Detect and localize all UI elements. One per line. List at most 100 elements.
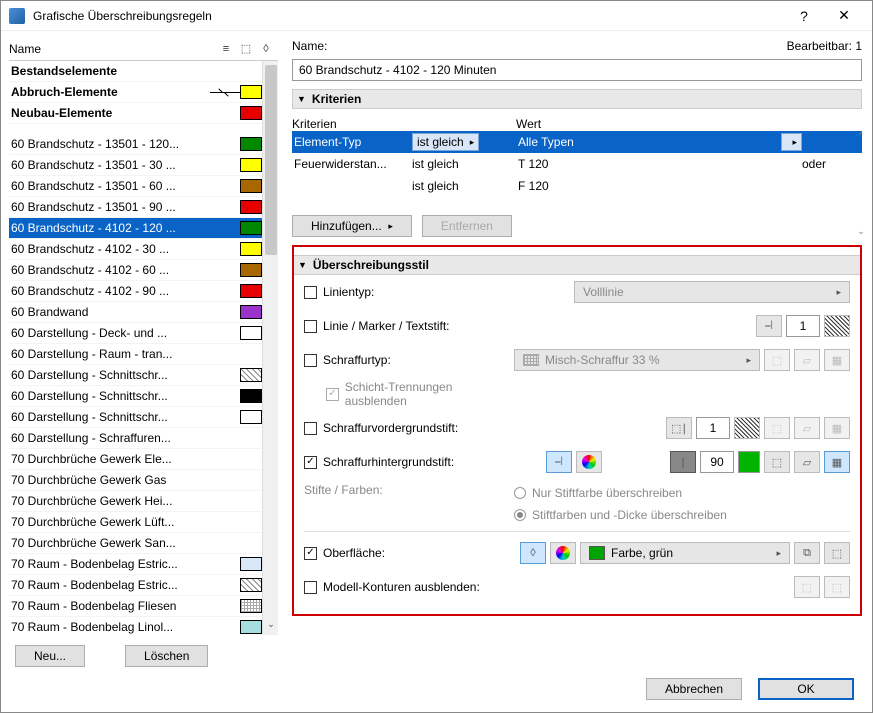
rule-list-item[interactable]: Bestandselemente bbox=[9, 61, 262, 82]
oberflaeche-dropdown[interactable]: Farbe, grün ▸ bbox=[580, 542, 790, 564]
rule-list-item[interactable]: 60 Darstellung - Deck- und ... bbox=[9, 323, 262, 344]
rule-list-item[interactable]: 60 Darstellung - Schnittschr... bbox=[9, 386, 262, 407]
linetype-checkbox[interactable] bbox=[304, 286, 317, 299]
rule-list-item[interactable]: 60 Brandschutz - 13501 - 120... bbox=[9, 134, 262, 155]
radio-stiftfarben-dicke bbox=[514, 509, 526, 521]
vordergrund-checkbox[interactable] bbox=[304, 422, 317, 435]
rule-list-item[interactable]: 70 Raum - Bodenbelag Fliesen bbox=[9, 596, 262, 617]
rule-label: 70 Raum - Bodenbelag Estric... bbox=[11, 557, 210, 571]
criteria-section-header[interactable]: ▼ Kriterien bbox=[292, 89, 862, 109]
rule-list-item[interactable]: 60 Brandschutz - 4102 - 120 ... bbox=[9, 218, 262, 239]
rule-label: 60 Darstellung - Deck- und ... bbox=[11, 326, 210, 340]
rule-label: 70 Durchbrüche Gewerk Hei... bbox=[11, 494, 210, 508]
rule-list-item[interactable]: 60 Darstellung - Schnittschr... bbox=[9, 365, 262, 386]
help-button[interactable]: ? bbox=[784, 2, 824, 30]
modell-opt-2: ⬚ bbox=[824, 576, 850, 598]
rule-label: 60 Brandschutz - 4102 - 120 ... bbox=[11, 221, 210, 235]
rule-label: 70 Durchbrüche Gewerk Ele... bbox=[11, 452, 210, 466]
pen-icon-button[interactable]: ⎯∣ bbox=[756, 315, 782, 337]
bg-color-chip[interactable] bbox=[738, 451, 760, 473]
remove-criteria-button[interactable]: Entfernen bbox=[422, 215, 512, 237]
criteria-row[interactable]: Feuerwiderstan...ist gleichT 120oder bbox=[292, 153, 862, 175]
modell-checkbox[interactable] bbox=[304, 581, 317, 594]
list-scrollbar[interactable]: ▲ ⌄ bbox=[262, 61, 278, 635]
hintergrund-num[interactable] bbox=[700, 451, 734, 473]
rule-name-input[interactable] bbox=[292, 59, 862, 81]
bg-opt-1[interactable]: ⬚ bbox=[764, 451, 790, 473]
rule-list-item[interactable]: 70 Durchbrüche Gewerk San... bbox=[9, 533, 262, 554]
criteria-scrollbar[interactable]: ⌃⌄ bbox=[854, 131, 868, 237]
rule-label: 70 Durchbrüche Gewerk Lüft... bbox=[11, 515, 210, 529]
rule-label: 60 Brandschutz - 4102 - 30 ... bbox=[11, 242, 210, 256]
linemarker-num[interactable] bbox=[786, 315, 820, 337]
surf-mode-2[interactable] bbox=[550, 542, 576, 564]
fill-opt-2: ▱ bbox=[794, 349, 820, 371]
rule-list-item[interactable]: 70 Raum - Bodenbelag Linol... bbox=[9, 617, 262, 635]
rule-list-item[interactable]: 70 Durchbrüche Gewerk Ele... bbox=[9, 449, 262, 470]
rule-list-item[interactable]: 60 Darstellung - Schnittschr... bbox=[9, 407, 262, 428]
rule-list-item[interactable]: 60 Brandschutz - 4102 - 30 ... bbox=[9, 239, 262, 260]
rule-label: Abbruch-Elemente bbox=[11, 85, 210, 99]
rule-list-item[interactable]: 70 Durchbrüche Gewerk Hei... bbox=[9, 491, 262, 512]
crit-head-kriterien: Kriterien bbox=[292, 117, 412, 131]
criteria-row[interactable]: ist gleichF 120 bbox=[292, 175, 862, 197]
rule-list-item[interactable]: 60 Brandschutz - 13501 - 60 ... bbox=[9, 176, 262, 197]
rule-list-item[interactable]: 70 Durchbrüche Gewerk Lüft... bbox=[9, 512, 262, 533]
bg-pen-mode-2[interactable] bbox=[576, 451, 602, 473]
rule-list-item[interactable]: 70 Raum - Bodenbelag Estric... bbox=[9, 575, 262, 596]
hintergrund-checkbox[interactable] bbox=[304, 456, 317, 469]
rule-list-item[interactable]: 60 Brandschutz - 4102 - 90 ... bbox=[9, 281, 262, 302]
schraffurtyp-dropdown[interactable]: Misch-Schraffur 33 % ▸ bbox=[514, 349, 760, 371]
rule-label: 70 Durchbrüche Gewerk Gas bbox=[11, 473, 210, 487]
linetype-dropdown[interactable]: Volllinie▸ bbox=[574, 281, 850, 303]
rule-list-item[interactable]: 60 Brandschutz - 13501 - 30 ... bbox=[9, 155, 262, 176]
rule-label: 60 Darstellung - Schnittschr... bbox=[11, 368, 210, 382]
hintergrund-label: Schraffurhintergrundstift: bbox=[323, 455, 454, 469]
ok-button[interactable]: OK bbox=[758, 678, 854, 700]
surf-mode-1[interactable]: ◊ bbox=[520, 542, 546, 564]
surf-opt-2[interactable]: ⬚ bbox=[824, 542, 850, 564]
rule-label: Bestandselemente bbox=[11, 64, 210, 78]
cancel-button[interactable]: Abbrechen bbox=[646, 678, 742, 700]
rule-list-item[interactable]: Neubau-Elemente bbox=[9, 103, 262, 124]
bg-opt-2[interactable]: ▱ bbox=[794, 451, 820, 473]
new-button[interactable]: Neu... bbox=[15, 645, 85, 667]
schicht-checkbox bbox=[326, 388, 339, 401]
rule-label: 70 Raum - Bodenbelag Linol... bbox=[11, 620, 210, 634]
fill-opt-1: ⬚ bbox=[764, 349, 790, 371]
oberflaeche-checkbox[interactable] bbox=[304, 547, 317, 560]
criteria-row[interactable]: Element-Typist gleich▸Alle Typen▸ bbox=[292, 131, 862, 153]
header-icon-1: ≡ bbox=[216, 43, 236, 55]
rule-list-item[interactable]: 60 Brandschutz - 4102 - 60 ... bbox=[9, 260, 262, 281]
close-button[interactable]: ✕ bbox=[824, 2, 864, 30]
bg-pen-preview[interactable]: ∣ bbox=[670, 451, 696, 473]
bg-opt-3[interactable]: ▦ bbox=[824, 451, 850, 473]
value-dropdown[interactable]: ▸ bbox=[781, 133, 802, 151]
rule-list-item[interactable]: 60 Darstellung - Schraffuren... bbox=[9, 428, 262, 449]
fg-pen-icon[interactable]: ⬚∣ bbox=[666, 417, 692, 439]
add-criteria-button[interactable]: Hinzufügen... ▸ bbox=[292, 215, 412, 237]
linemarker-color[interactable] bbox=[824, 315, 850, 337]
name-label: Name: bbox=[292, 39, 787, 53]
rule-list-item[interactable]: 60 Brandwand bbox=[9, 302, 262, 323]
modell-opt-1: ⬚ bbox=[794, 576, 820, 598]
rule-list-item[interactable]: 70 Durchbrüche Gewerk Gas bbox=[9, 470, 262, 491]
rule-label: 60 Brandschutz - 13501 - 120... bbox=[11, 137, 210, 151]
vordergrund-num[interactable] bbox=[696, 417, 730, 439]
delete-button[interactable]: Löschen bbox=[125, 645, 208, 667]
style-section-header[interactable]: ▼ Überschreibungsstil bbox=[294, 255, 860, 275]
collapse-icon: ▼ bbox=[297, 94, 306, 104]
bg-pen-mode-1[interactable]: ⎯∣ bbox=[546, 451, 572, 473]
linemarker-checkbox[interactable] bbox=[304, 320, 317, 333]
rule-label: 60 Darstellung - Schnittschr... bbox=[11, 389, 210, 403]
rule-list-item[interactable]: 60 Brandschutz - 13501 - 90 ... bbox=[9, 197, 262, 218]
operator-dropdown[interactable]: ist gleich▸ bbox=[412, 133, 479, 151]
rule-list-item[interactable]: 70 Raum - Bodenbelag Estric... bbox=[9, 554, 262, 575]
schraffurtyp-checkbox[interactable] bbox=[304, 354, 317, 367]
rule-list-item[interactable]: Abbruch-Elemente bbox=[9, 82, 262, 103]
fg-opt-2: ▱ bbox=[794, 417, 820, 439]
rule-list-item[interactable]: 60 Darstellung - Raum - tran... bbox=[9, 344, 262, 365]
rule-label: Neubau-Elemente bbox=[11, 106, 210, 120]
surf-opt-1[interactable]: ⧉ bbox=[794, 542, 820, 564]
fg-color[interactable] bbox=[734, 417, 760, 439]
